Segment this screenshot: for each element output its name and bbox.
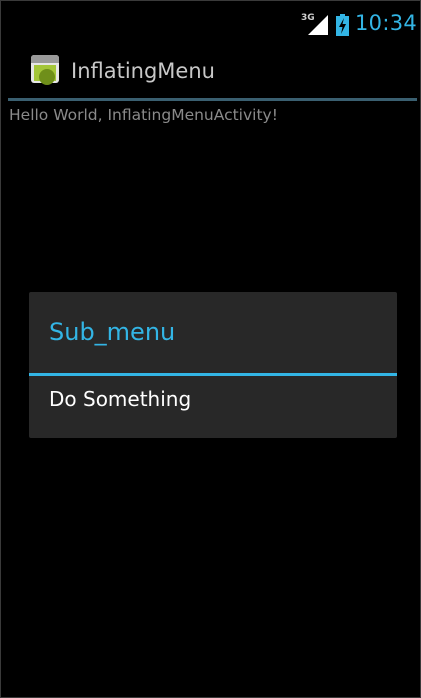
submenu-dialog: Sub_menu Do Something xyxy=(29,292,397,438)
dialog-title: Sub_menu xyxy=(49,318,176,346)
status-bar: 3G 10:34 xyxy=(1,1,420,45)
action-bar: InflatingMenu xyxy=(1,45,420,98)
signal-icon xyxy=(308,15,328,35)
menu-item-do-something[interactable]: Do Something xyxy=(29,376,397,438)
app-title: InflatingMenu xyxy=(71,59,215,83)
hello-world-text: Hello World, InflatingMenuActivity! xyxy=(9,106,278,124)
clock: 10:34 xyxy=(355,11,418,35)
menu-item-label: Do Something xyxy=(49,387,192,411)
action-bar-divider xyxy=(8,98,417,101)
app-launcher-icon[interactable] xyxy=(29,53,61,85)
battery-charging-icon xyxy=(336,14,349,36)
